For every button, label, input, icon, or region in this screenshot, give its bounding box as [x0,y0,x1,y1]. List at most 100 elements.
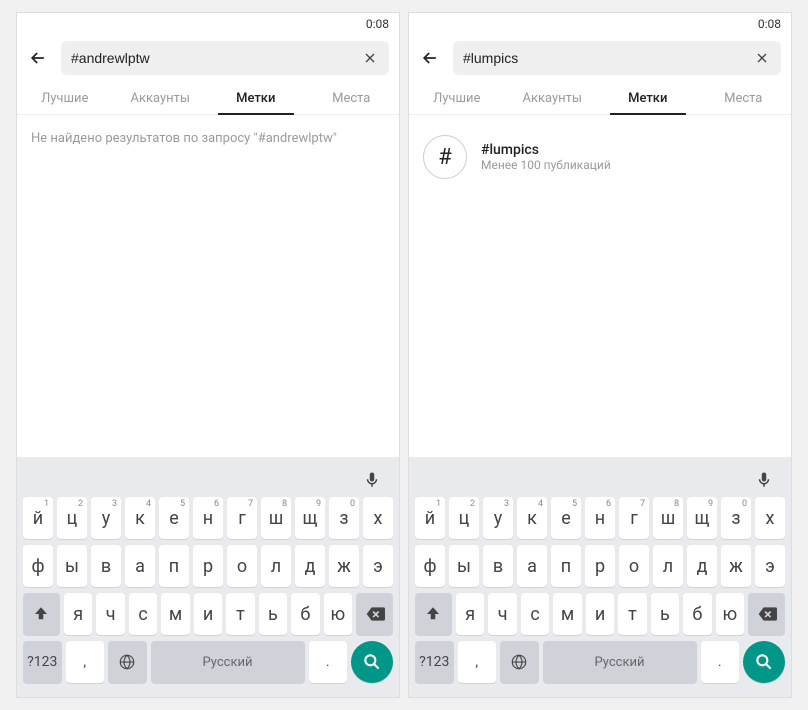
shift-key[interactable] [415,593,452,635]
kb-key[interactable]: к4 [517,497,547,539]
tab-accounts[interactable]: Аккаунты [113,81,209,114]
kb-key[interactable]: ю [324,593,352,635]
kb-key[interactable]: т [226,593,254,635]
kb-key[interactable]: й1 [23,497,53,539]
search-box[interactable] [453,41,781,75]
kb-key[interactable]: д [295,545,325,587]
kb-key[interactable]: щ9 [295,497,325,539]
period-key[interactable]: . [309,641,348,683]
kb-key[interactable]: я [456,593,484,635]
kb-key[interactable]: ж [329,545,359,587]
kb-key[interactable]: ц2 [57,497,87,539]
kb-key[interactable]: н6 [585,497,615,539]
kb-key[interactable]: б [683,593,711,635]
kb-key[interactable]: б [291,593,319,635]
back-button[interactable] [419,47,441,69]
kb-key[interactable]: ж [721,545,751,587]
kb-key[interactable]: м [553,593,581,635]
kb-key[interactable]: у3 [483,497,513,539]
search-input[interactable] [71,50,361,66]
kb-key[interactable]: х [363,497,393,539]
kb-key[interactable]: з0 [721,497,751,539]
tab-tags[interactable]: Метки [600,81,696,114]
kb-key[interactable]: о [619,545,649,587]
kb-key[interactable]: г7 [227,497,257,539]
search-box[interactable] [61,41,389,75]
comma-key[interactable]: , [458,641,497,683]
kb-key[interactable]: р [585,545,615,587]
kb-key[interactable]: а [517,545,547,587]
kb-key[interactable]: п [551,545,581,587]
search-key[interactable] [351,641,393,683]
kb-key[interactable]: о [227,545,257,587]
back-button[interactable] [27,47,49,69]
kb-key[interactable]: ы [57,545,87,587]
kb-key[interactable]: в [91,545,121,587]
kb-key[interactable]: и [194,593,222,635]
kb-key[interactable]: у3 [91,497,121,539]
kb-key[interactable]: т [618,593,646,635]
kb-key[interactable]: я [64,593,92,635]
kb-key[interactable]: ш8 [653,497,683,539]
result-subtitle: Менее 100 публикаций [481,158,611,172]
tab-places[interactable]: Места [304,81,400,114]
kb-key[interactable]: ю [716,593,744,635]
language-key[interactable] [500,641,539,683]
kb-key[interactable]: л [261,545,291,587]
clear-button[interactable] [361,49,379,67]
search-key[interactable] [743,641,785,683]
tab-places[interactable]: Места [696,81,792,114]
phone-right: 0:08 Лучшие Аккаунты Метки Места # #lump… [408,12,792,698]
kb-key[interactable]: р [193,545,223,587]
backspace-key[interactable] [356,593,393,635]
kb-key[interactable]: п [159,545,189,587]
kb-key[interactable]: ш8 [261,497,291,539]
kb-key[interactable]: с [521,593,549,635]
kb-key[interactable]: и [586,593,614,635]
shift-key[interactable] [23,593,60,635]
kb-key[interactable]: а [125,545,155,587]
kb-key[interactable]: г7 [619,497,649,539]
kb-key[interactable]: к4 [125,497,155,539]
kb-key[interactable]: ч [488,593,516,635]
symbols-key[interactable]: ?123 [415,641,454,683]
kb-key[interactable]: ь [259,593,287,635]
kb-key[interactable]: ф [23,545,53,587]
kb-key[interactable]: ы [449,545,479,587]
backspace-icon [757,604,777,624]
kb-key[interactable]: э [363,545,393,587]
tab-top[interactable]: Лучшие [409,81,505,114]
tab-top[interactable]: Лучшие [17,81,113,114]
kb-key[interactable]: э [755,545,785,587]
mic-icon[interactable] [755,471,773,489]
backspace-key[interactable] [748,593,785,635]
kb-key[interactable]: ь [651,593,679,635]
comma-key[interactable]: , [66,641,105,683]
period-key[interactable]: . [701,641,740,683]
kb-key[interactable]: в [483,545,513,587]
search-input[interactable] [463,50,753,66]
symbols-key[interactable]: ?123 [23,641,62,683]
kb-key[interactable]: ф [415,545,445,587]
kb-key[interactable]: ч [96,593,124,635]
kb-key[interactable]: м [161,593,189,635]
tab-tags[interactable]: Метки [208,81,304,114]
space-key[interactable]: Русский [543,641,697,683]
language-key[interactable] [108,641,147,683]
kb-key[interactable]: з0 [329,497,359,539]
kb-key[interactable]: д [687,545,717,587]
tab-accounts[interactable]: Аккаунты [505,81,601,114]
result-item[interactable]: # #lumpics Менее 100 публикаций [423,131,777,183]
kb-key[interactable]: е5 [159,497,189,539]
kb-key[interactable]: х [755,497,785,539]
kb-key[interactable]: й1 [415,497,445,539]
clear-button[interactable] [753,49,771,67]
kb-key[interactable]: н6 [193,497,223,539]
kb-key[interactable]: с [129,593,157,635]
kb-key[interactable]: щ9 [687,497,717,539]
kb-key[interactable]: л [653,545,683,587]
mic-icon[interactable] [363,471,381,489]
space-key[interactable]: Русский [151,641,305,683]
kb-key[interactable]: е5 [551,497,581,539]
kb-key[interactable]: ц2 [449,497,479,539]
